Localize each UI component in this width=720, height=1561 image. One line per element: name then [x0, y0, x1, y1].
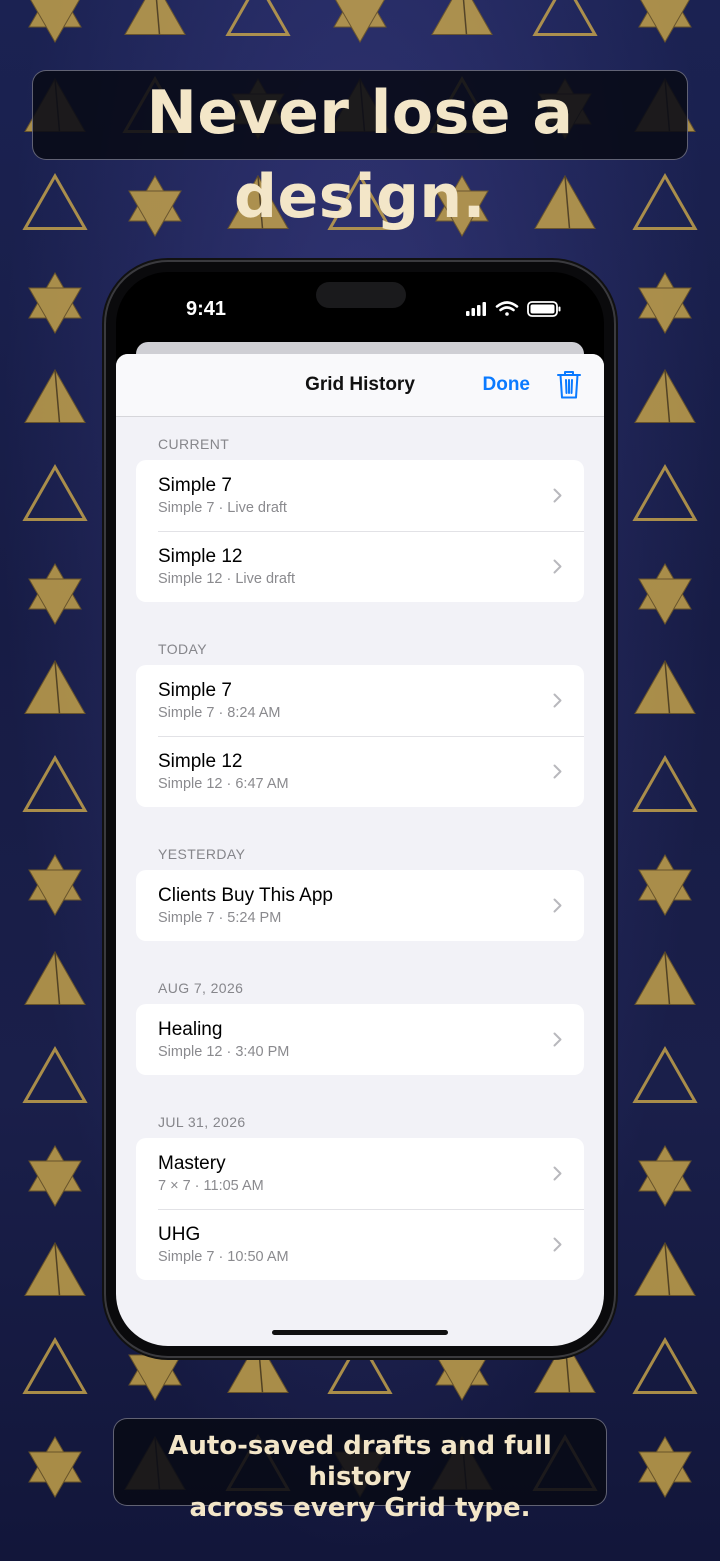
cellular-signal-icon [466, 302, 486, 316]
star-tetrahedron-icon [638, 1436, 692, 1498]
chevron-right-icon [553, 764, 562, 779]
pyramid-icon [534, 174, 596, 229]
history-row[interactable]: Simple 12 Simple 12 · Live draft [136, 531, 584, 602]
star-tetrahedron-icon [128, 175, 182, 237]
history-row[interactable]: Simple 12 Simple 12 · 6:47 AM [136, 736, 584, 807]
history-group-yesterday: Clients Buy This App Simple 7 · 5:24 PM [136, 870, 584, 941]
pyramid-icon [24, 368, 86, 423]
pyramid-icon [124, 0, 186, 35]
pyramid-icon [634, 659, 696, 714]
star-tetrahedron-icon [638, 563, 692, 625]
pyramid-icon [431, 0, 493, 35]
row-subtitle: Simple 7 · Live draft [158, 500, 287, 516]
row-title: Mastery [158, 1153, 226, 1174]
section-header-today: TODAY [158, 641, 207, 657]
trash-button[interactable] [556, 370, 582, 404]
triangle-icon [532, 0, 598, 36]
history-row[interactable]: Simple 7 Simple 7 · 8:24 AM [136, 665, 584, 736]
trash-icon [557, 371, 581, 399]
history-row[interactable]: Mastery 7 × 7 · 11:05 AM [136, 1138, 584, 1209]
done-button[interactable]: Done [483, 374, 531, 396]
pyramid-icon [24, 659, 86, 714]
section-header-current: CURRENT [158, 436, 230, 452]
row-title: Simple 7 [158, 475, 232, 496]
row-title: Simple 12 [158, 751, 243, 772]
chevron-right-icon [553, 488, 562, 503]
chevron-right-icon [553, 1237, 562, 1252]
battery-icon [527, 301, 561, 317]
star-tetrahedron-icon [638, 272, 692, 334]
triangle-icon [22, 463, 88, 521]
chevron-right-icon [553, 559, 562, 574]
history-group-jul-31: Mastery 7 × 7 · 11:05 AM UHG Simple 7 · … [136, 1138, 584, 1280]
triangle-icon [632, 1336, 698, 1394]
triangle-icon [632, 1045, 698, 1103]
row-title: Simple 7 [158, 680, 232, 701]
caption-line-1: Auto-saved drafts and full history [168, 1431, 552, 1492]
phone-screen: 9:41 Grid History Done CURRENT Simple 7 … [116, 272, 604, 1346]
chevron-right-icon [553, 693, 562, 708]
star-tetrahedron-icon [28, 1145, 82, 1207]
home-indicator [272, 1330, 448, 1335]
section-header-jul-31: JUL 31, 2026 [158, 1114, 246, 1130]
history-group-today: Simple 7 Simple 7 · 8:24 AM Simple 12 Si… [136, 665, 584, 807]
row-subtitle: Simple 7 · 10:50 AM [158, 1249, 289, 1265]
star-tetrahedron-icon [28, 854, 82, 916]
row-subtitle: Simple 12 · 3:40 PM [158, 1044, 290, 1060]
history-group-current: Simple 7 Simple 7 · Live draft Simple 12… [136, 460, 584, 602]
triangle-icon [225, 0, 291, 36]
chevron-right-icon [553, 1032, 562, 1047]
row-subtitle: Simple 12 · 6:47 AM [158, 776, 289, 792]
triangle-icon [22, 172, 88, 230]
history-group-aug-7: Healing Simple 12 · 3:40 PM [136, 1004, 584, 1075]
row-subtitle: Simple 7 · 8:24 AM [158, 705, 281, 721]
headline-banner: Never lose a design. [32, 70, 688, 232]
triangle-icon [632, 463, 698, 521]
row-title: Simple 12 [158, 546, 243, 567]
chevron-right-icon [553, 1166, 562, 1181]
triangle-icon [22, 754, 88, 812]
star-tetrahedron-icon [333, 0, 387, 43]
triangle-icon [22, 1045, 88, 1103]
star-tetrahedron-icon [638, 1145, 692, 1207]
wifi-icon [495, 301, 519, 316]
pyramid-icon [634, 950, 696, 1005]
triangle-icon [22, 1336, 88, 1394]
row-subtitle: Simple 12 · Live draft [158, 571, 296, 587]
star-tetrahedron-icon [638, 854, 692, 916]
status-icons [466, 300, 562, 322]
navigation-bar: Grid History Done [116, 354, 604, 417]
section-header-aug-7: AUG 7, 2026 [158, 980, 244, 996]
section-header-yesterday: YESTERDAY [158, 846, 246, 862]
phone-frame: 9:41 Grid History Done CURRENT Simple 7 … [106, 262, 614, 1356]
history-row[interactable]: UHG Simple 7 · 10:50 AM [136, 1209, 584, 1280]
star-tetrahedron-icon [28, 1436, 82, 1498]
pyramid-icon [634, 368, 696, 423]
page-title: Grid History [305, 374, 415, 395]
star-tetrahedron-icon [28, 0, 82, 43]
caption-line-2: across every Grid type. [189, 1493, 531, 1523]
row-title: Clients Buy This App [158, 885, 333, 906]
pyramid-icon [24, 950, 86, 1005]
chevron-right-icon [553, 898, 562, 913]
star-tetrahedron-icon [28, 563, 82, 625]
row-subtitle: 7 × 7 · 11:05 AM [158, 1178, 264, 1194]
row-subtitle: Simple 7 · 5:24 PM [158, 910, 282, 926]
history-row[interactable]: Clients Buy This App Simple 7 · 5:24 PM [136, 870, 584, 941]
row-title: UHG [158, 1224, 201, 1245]
status-time: 9:41 [186, 298, 227, 320]
triangle-icon [632, 754, 698, 812]
history-row[interactable]: Healing Simple 12 · 3:40 PM [136, 1004, 584, 1075]
star-tetrahedron-icon [28, 272, 82, 334]
triangle-icon [632, 172, 698, 230]
star-tetrahedron-icon [638, 0, 692, 43]
row-title: Healing [158, 1019, 223, 1040]
dynamic-island [316, 282, 406, 308]
caption-banner: Auto-saved drafts and full history acros… [113, 1418, 607, 1523]
history-row[interactable]: Simple 7 Simple 7 · Live draft [136, 460, 584, 531]
grid-history-sheet: Grid History Done CURRENT Simple 7 Simpl… [116, 354, 604, 1346]
pyramid-icon [634, 1241, 696, 1296]
pyramid-icon [24, 1241, 86, 1296]
